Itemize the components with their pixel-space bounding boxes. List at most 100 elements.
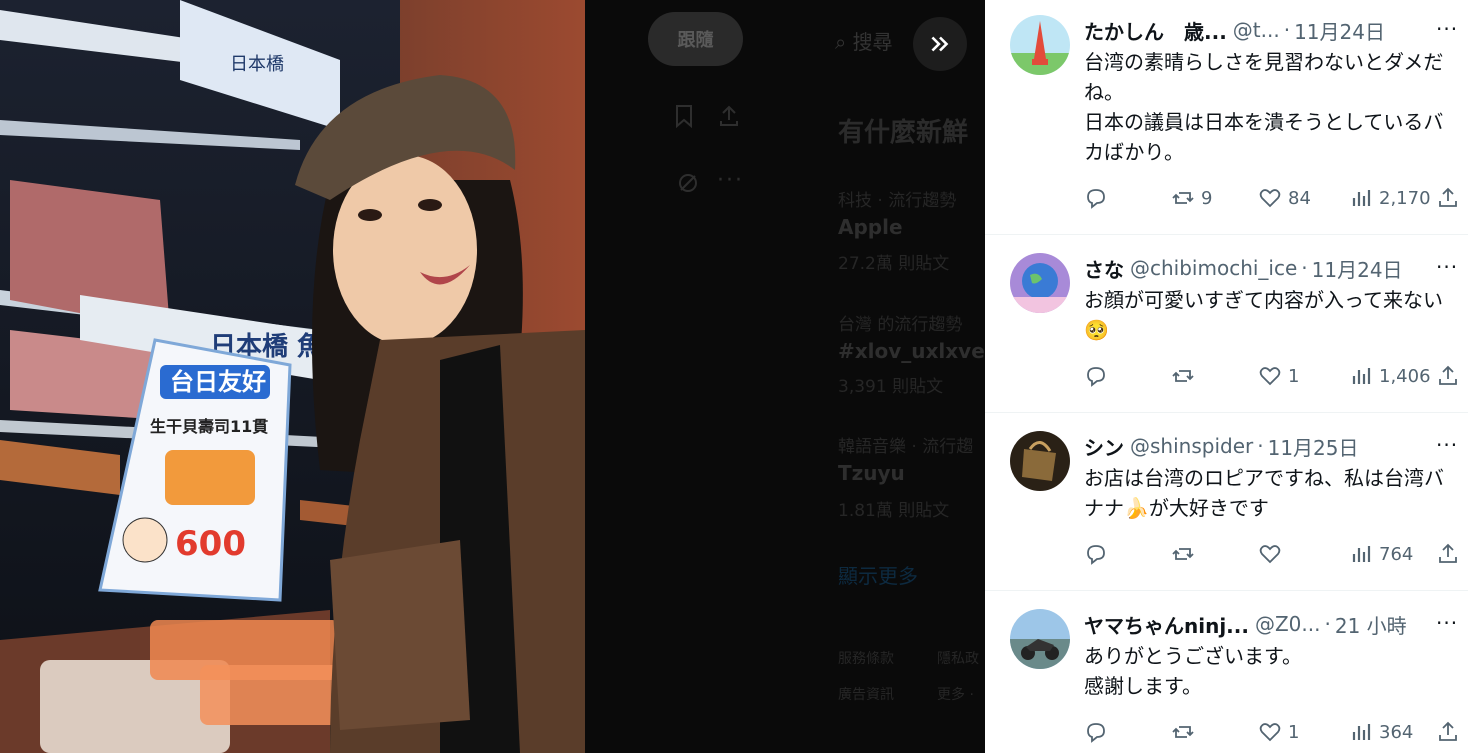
more-options-icon[interactable]: ··· — [1436, 255, 1458, 279]
trend-count: 3,391 則貼文 — [838, 377, 944, 397]
views-count: 2,170 — [1379, 187, 1431, 209]
author-handle[interactable]: @t... — [1233, 18, 1280, 42]
svg-text:600: 600 — [175, 524, 246, 564]
trend-name: Apple — [838, 215, 903, 239]
footer-link: 更多 · — [937, 687, 974, 703]
heart-icon — [1259, 723, 1281, 742]
retweet-button[interactable] — [1171, 542, 1201, 566]
author-name[interactable]: たかしん 歳... — [1084, 16, 1227, 45]
bag-avatar-icon — [1010, 431, 1070, 491]
reply-text: 台湾の素晴らしさを見習わないとダメだね。 日本の議員は日本を潰そうとしているバカ… — [1084, 50, 1444, 164]
like-button[interactable]: 1 — [1258, 364, 1299, 388]
more-icon: ··· — [717, 168, 744, 193]
retweet-icon — [1172, 548, 1194, 560]
more-options-icon[interactable]: ··· — [1436, 433, 1458, 457]
avatar[interactable] — [1010, 253, 1070, 313]
timestamp[interactable]: 11月24日 — [1312, 254, 1403, 283]
like-button[interactable]: 1 — [1258, 720, 1299, 744]
svg-text:台日友好: 台日友好 — [170, 368, 266, 396]
earth-avatar-icon — [1010, 253, 1070, 313]
motorcycle-avatar-icon — [1010, 609, 1070, 669]
views-button[interactable]: 1,406 — [1349, 364, 1431, 388]
footer-link: 廣告資訊 — [838, 687, 894, 703]
retweet-button[interactable] — [1171, 364, 1201, 388]
like-button[interactable]: 84 — [1258, 186, 1311, 210]
retweet-icon — [1172, 370, 1194, 382]
mute-icon — [677, 172, 699, 200]
timestamp[interactable]: 11月25日 — [1268, 432, 1359, 461]
reply-item[interactable]: さな @chibimochi_ice · 11月24日 ··· お顔が可愛いすぎ… — [985, 234, 1468, 413]
follow-button: 跟隨 — [648, 12, 743, 66]
author-name[interactable]: シン — [1084, 432, 1124, 461]
like-button[interactable] — [1258, 542, 1288, 566]
trend-name: Tzuyu — [838, 461, 905, 485]
retweet-button[interactable] — [1171, 720, 1201, 744]
avatar[interactable] — [1010, 431, 1070, 491]
share-icon[interactable] — [1436, 186, 1460, 210]
heart-icon — [1259, 189, 1281, 208]
share-icon[interactable] — [1436, 542, 1460, 566]
timestamp[interactable]: 11月24日 — [1294, 16, 1385, 45]
more-options-icon[interactable]: ··· — [1436, 17, 1458, 41]
svg-text:生干貝壽司11貫: 生干貝壽司11貫 — [150, 417, 268, 436]
views-button[interactable]: 364 — [1349, 720, 1413, 744]
search-placeholder: ⌕ 搜尋 — [835, 30, 893, 54]
share-icon[interactable] — [1436, 364, 1460, 388]
replies-panel: たかしん 歳... @t... · 11月24日 ··· 台湾の素晴らしさを見習… — [985, 0, 1468, 753]
trends-title: 有什麼新鮮 — [838, 118, 969, 148]
views-icon — [1352, 368, 1371, 384]
trend-name: #xlov_uxlxve — [838, 339, 985, 363]
reply-item[interactable]: シン @shinspider · 11月25日 ··· お店は台湾のロピアですね… — [985, 412, 1468, 591]
timestamp[interactable]: 21 小時 — [1335, 610, 1407, 639]
author-name[interactable]: ヤマちゃんninj... — [1084, 610, 1249, 639]
show-more-link: 顯示更多 — [838, 564, 918, 588]
expand-icon[interactable] — [913, 17, 967, 71]
trend-context: 台灣 的流行趨勢 — [838, 315, 963, 335]
author-handle[interactable]: @chibimochi_ice — [1130, 256, 1297, 280]
trend-count: 1.81萬 則貼文 — [838, 501, 950, 521]
tokyo-tower-avatar-icon — [1010, 15, 1070, 75]
background-overlay[interactable]: 跟隨 ⌕ 搜尋 ··· 有什麼新鮮 科技 · 流行趨勢 Apple 27.2萬 … — [585, 0, 985, 753]
avatar[interactable] — [1010, 15, 1070, 75]
more-options-icon[interactable]: ··· — [1436, 611, 1458, 635]
trend-context: 科技 · 流行趨勢 — [838, 191, 957, 211]
views-icon — [1352, 190, 1371, 206]
post-photo[interactable]: 日本橋 日本橋 魚萬 台日友好 生干貝壽司11貫 600 — [0, 0, 585, 753]
reply-item[interactable]: ヤマちゃんninj... @Z0... · 21 小時 ··· ありがとうござい… — [985, 590, 1468, 753]
like-count: 1 — [1288, 721, 1300, 743]
views-count: 764 — [1379, 543, 1414, 565]
views-icon — [1352, 546, 1371, 562]
views-button[interactable]: 764 — [1349, 542, 1413, 566]
heart-icon — [1259, 367, 1281, 386]
reply-icon[interactable] — [1084, 186, 1108, 210]
reply-icon[interactable] — [1084, 542, 1108, 566]
views-count: 364 — [1379, 721, 1414, 743]
avatar[interactable] — [1010, 609, 1070, 669]
author-handle[interactable]: @shinspider — [1130, 434, 1253, 458]
store-sign-top: 日本橋 — [230, 54, 284, 75]
views-button[interactable]: 2,170 — [1349, 186, 1431, 210]
reply-text: ありがとうございます。 感謝します。 — [1084, 644, 1302, 698]
views-count: 1,406 — [1379, 365, 1431, 387]
search-icon: ⌕ — [835, 30, 847, 54]
retweet-button[interactable]: 9 — [1171, 186, 1212, 210]
reply-item[interactable]: たかしん 歳... @t... · 11月24日 ··· 台湾の素晴らしさを見習… — [985, 0, 1468, 235]
like-count: 84 — [1288, 187, 1311, 209]
reply-text: お顔が可愛いすぎて内容が入って来ない🥺 — [1084, 288, 1443, 342]
retweet-icon — [1172, 192, 1194, 204]
views-icon — [1352, 724, 1371, 740]
bookmark-icon — [673, 104, 695, 134]
share-icon — [717, 104, 741, 134]
trend-count: 27.2萬 則貼文 — [838, 254, 950, 274]
retweet-count: 9 — [1201, 187, 1213, 209]
reply-icon[interactable] — [1084, 364, 1108, 388]
reply-text: お店は台湾のロピアですね、私は台湾バナナ🍌が大好きです — [1084, 466, 1444, 520]
author-handle[interactable]: @Z0... — [1255, 612, 1321, 636]
footer-link: 服務條款 — [838, 651, 894, 667]
retweet-icon — [1172, 726, 1194, 738]
footer-link: 隱私政 — [937, 651, 979, 667]
reply-icon[interactable] — [1084, 720, 1108, 744]
heart-icon — [1259, 545, 1281, 564]
author-name[interactable]: さな — [1084, 254, 1124, 283]
share-icon[interactable] — [1436, 720, 1460, 744]
